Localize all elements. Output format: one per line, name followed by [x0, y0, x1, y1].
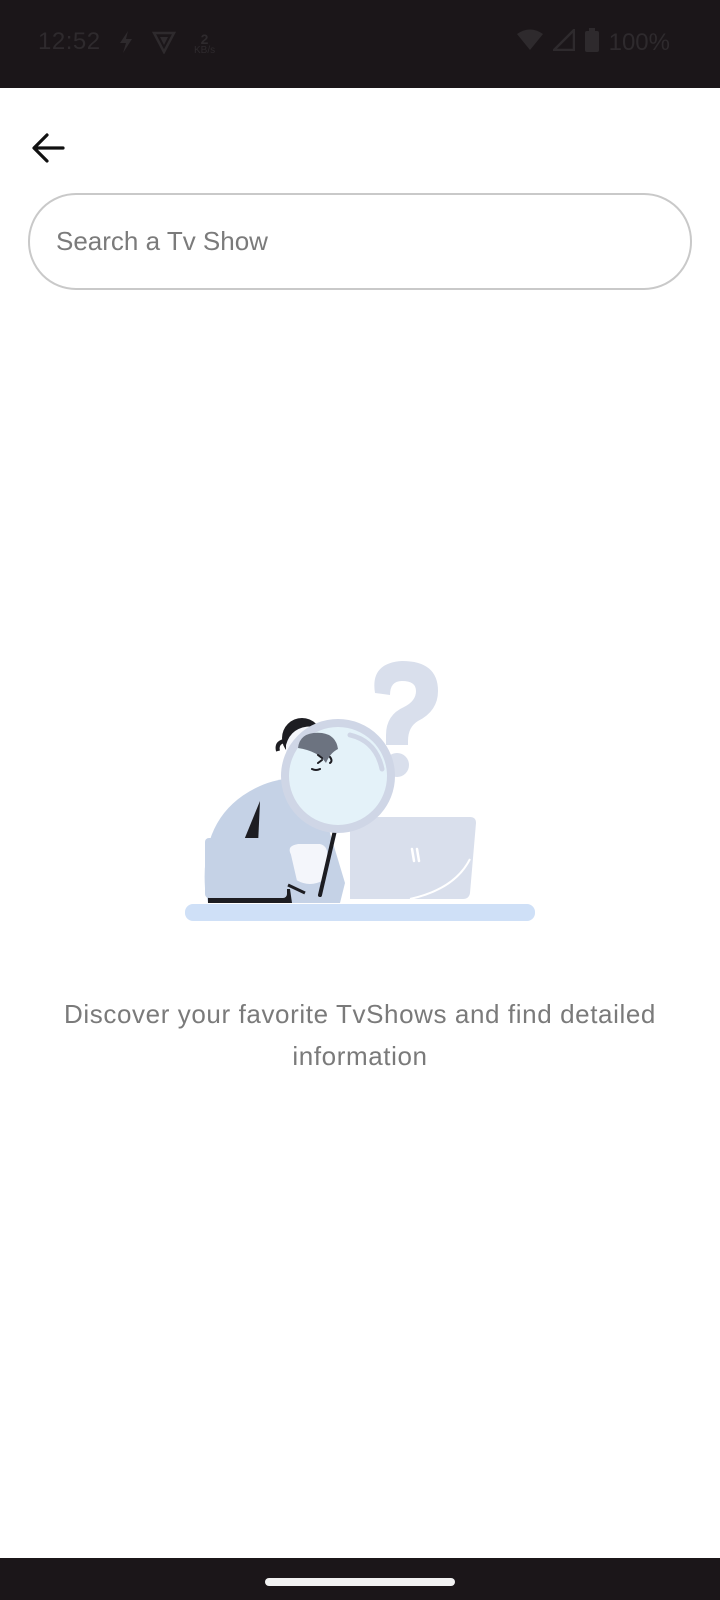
- desk-shape: [185, 904, 535, 921]
- back-button[interactable]: [26, 128, 70, 172]
- data-speed-value: 2: [200, 30, 209, 47]
- search-screen: Discover your favorite TvShows and find …: [0, 88, 720, 1558]
- data-speed-indicator: 2 KB/s: [194, 30, 216, 57]
- status-left-icons: 2 KB/s: [118, 30, 215, 59]
- flash-icon: [118, 31, 134, 58]
- arrow-left-icon: [31, 132, 65, 168]
- empty-state-message: Discover your favorite TvShows and find …: [64, 999, 656, 1071]
- magnifying-glass-icon: [281, 719, 395, 833]
- search-field[interactable]: [28, 193, 692, 290]
- cellular-signal-icon: [550, 26, 575, 56]
- empty-state-illustration: [180, 623, 540, 923]
- status-time: 12:52: [38, 28, 101, 55]
- system-navigation-bar: [0, 1558, 720, 1600]
- status-right-icons: 100%: [516, 26, 670, 57]
- home-gesture-handle[interactable]: [265, 1578, 455, 1586]
- wifi-icon: [516, 29, 543, 56]
- battery-icon: [584, 28, 599, 57]
- status-bar: 12:52 2 KB/s 100%: [0, 0, 720, 88]
- data-speed-unit: KB/s: [194, 44, 216, 56]
- vpn-shield-icon: [151, 30, 177, 59]
- battery-percentage: 100%: [608, 28, 670, 56]
- laptop-icon: [350, 817, 476, 900]
- search-input[interactable]: [56, 195, 656, 288]
